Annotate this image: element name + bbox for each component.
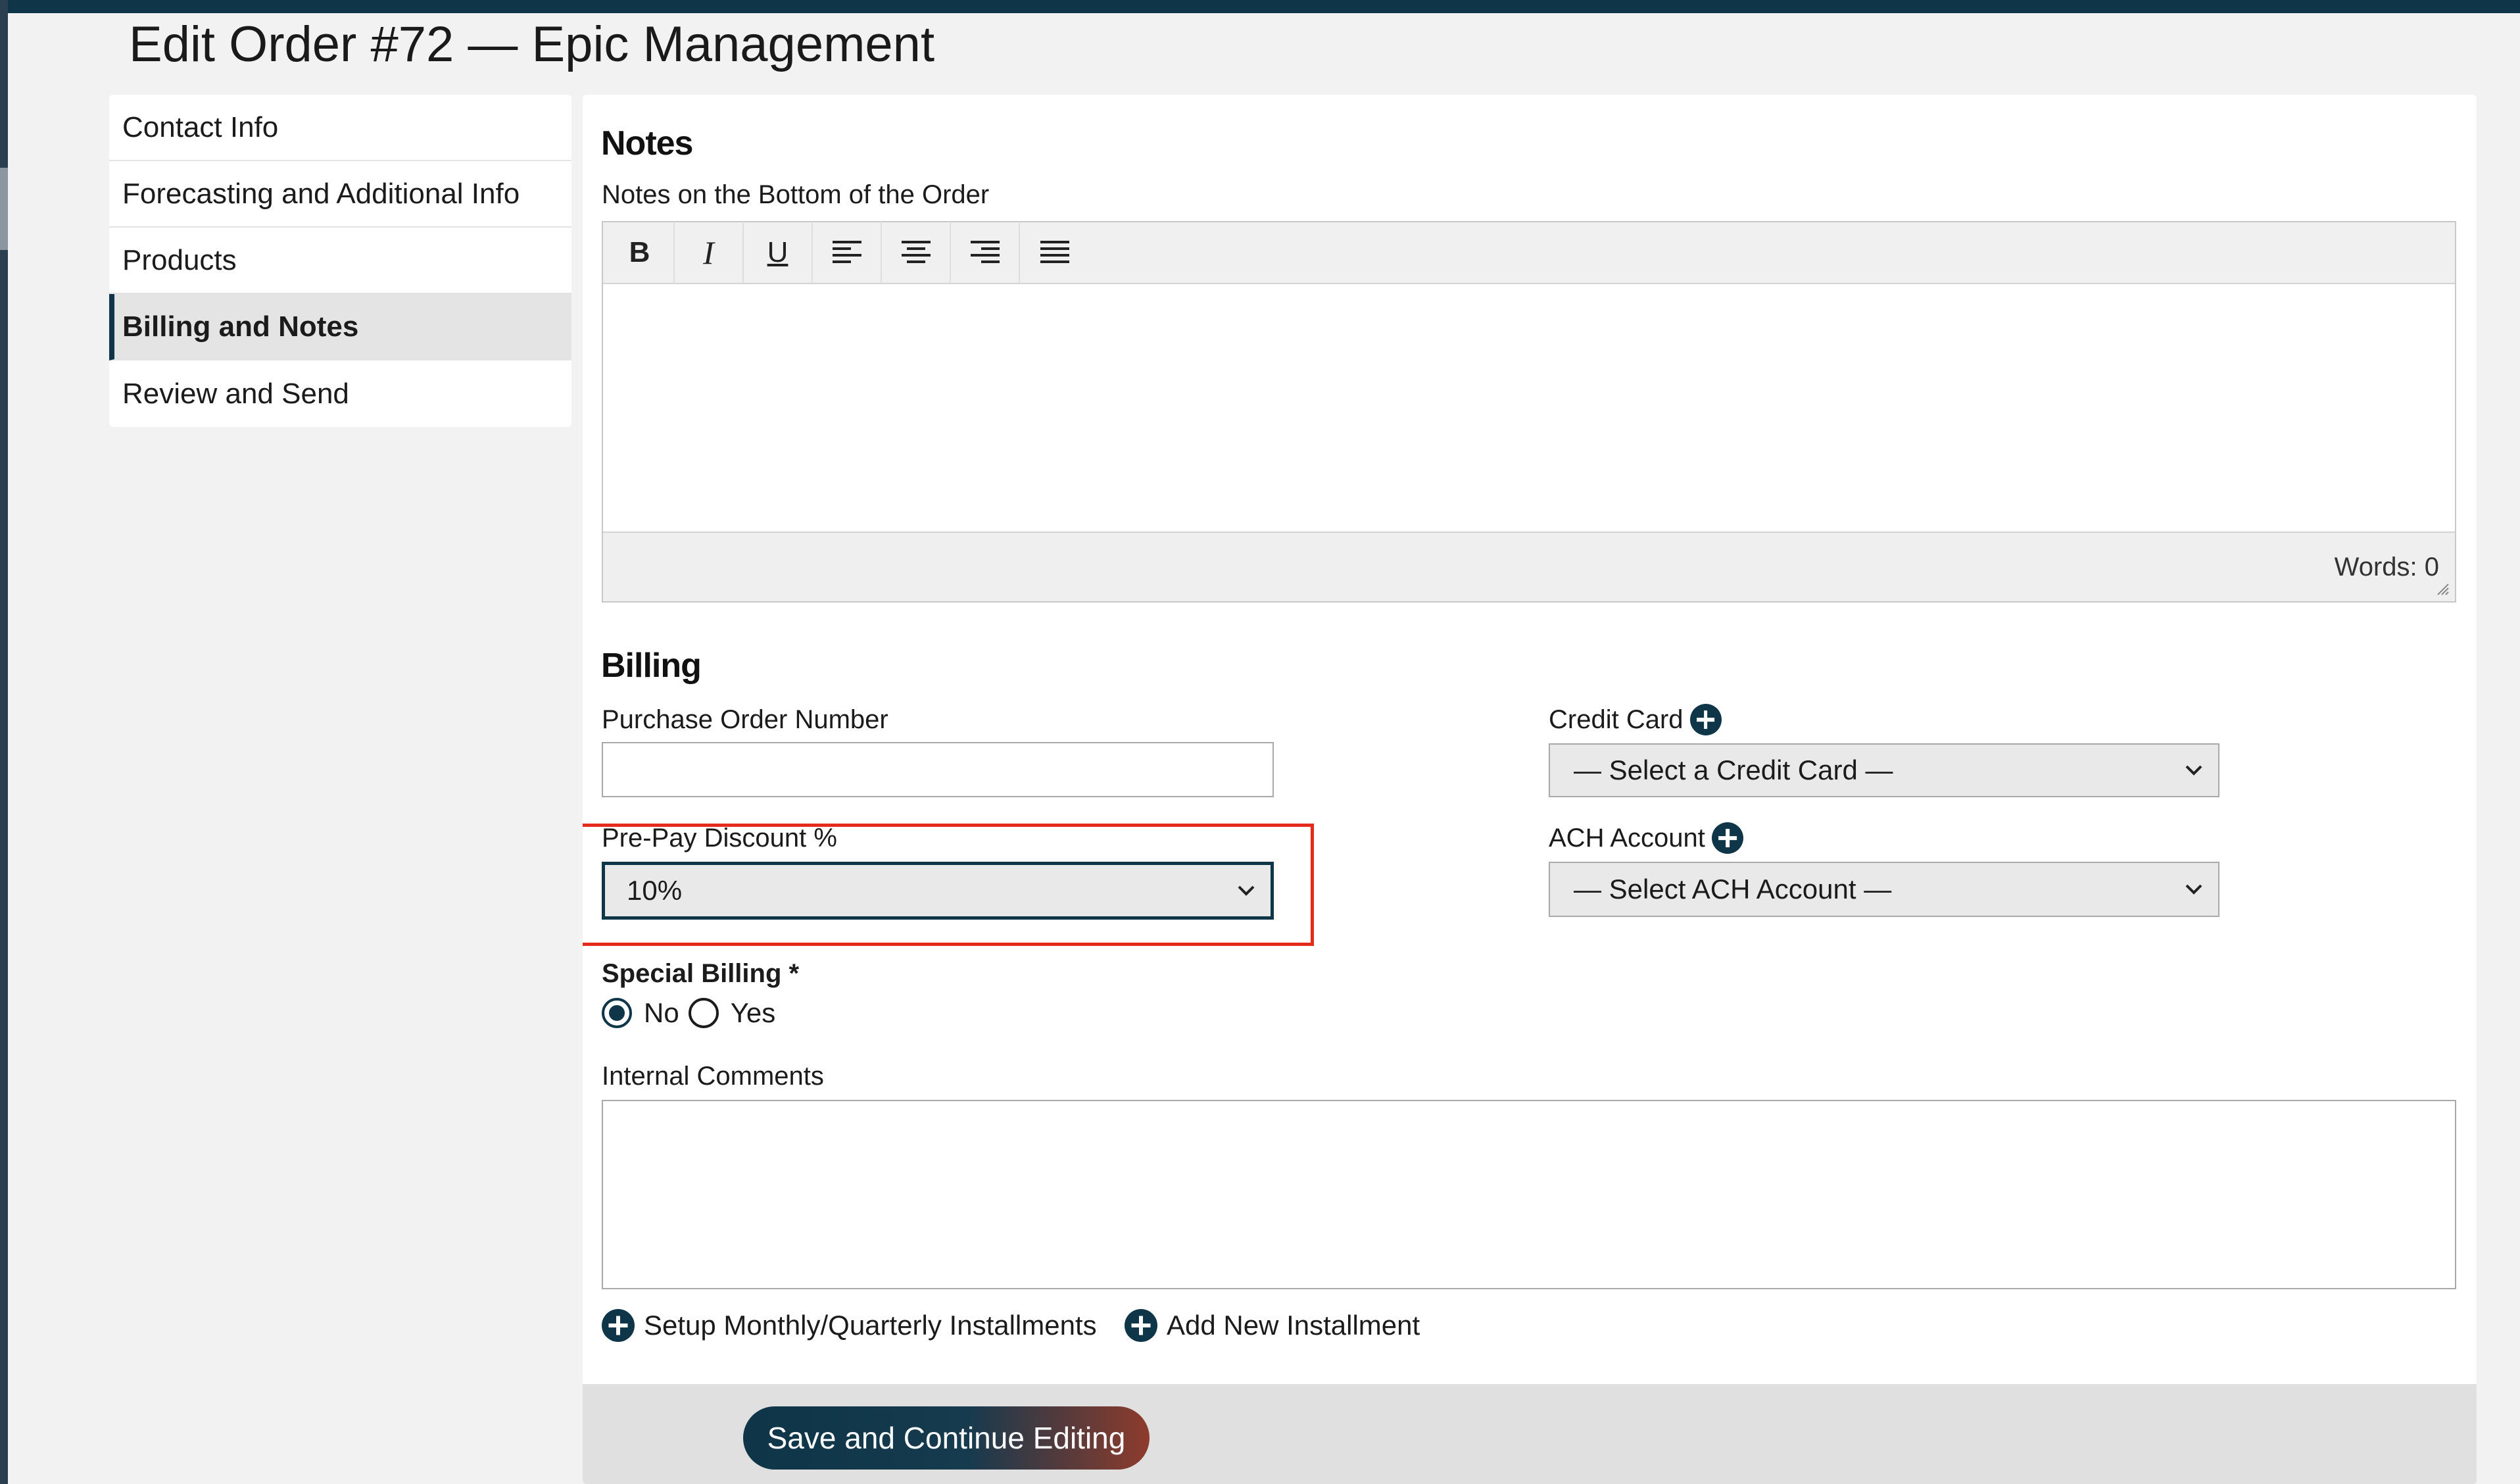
- align-left-icon: [832, 241, 861, 263]
- credit-card-select[interactable]: — Select a Credit Card —: [1549, 743, 2219, 797]
- special-billing-options: No Yes: [602, 997, 775, 1029]
- align-center-icon: [901, 241, 931, 263]
- save-and-continue-button[interactable]: Save and Continue Editing: [743, 1406, 1150, 1470]
- billing-section-title: Billing: [601, 647, 702, 685]
- justify-icon: [1040, 241, 1069, 263]
- sidebar-item-billing-and-notes[interactable]: Billing and Notes: [109, 294, 571, 360]
- italic-icon: I: [703, 234, 714, 271]
- prepay-highlight-box: [583, 824, 1314, 946]
- align-left-button[interactable]: [813, 222, 882, 284]
- sidebar-item-forecasting[interactable]: Forecasting and Additional Info: [109, 161, 571, 228]
- internal-comments-textarea[interactable]: [602, 1100, 2456, 1289]
- credit-card-label-row: Credit Card: [1549, 704, 1722, 735]
- italic-button[interactable]: I: [675, 222, 744, 284]
- rail-handle[interactable]: [0, 168, 8, 250]
- ach-account-label: ACH Account: [1549, 823, 1705, 853]
- notes-editor-area[interactable]: [603, 284, 2455, 532]
- po-number-input[interactable]: [602, 742, 1274, 797]
- main-panel: Notes Notes on the Bottom of the Order B…: [583, 95, 2477, 1484]
- resize-handle-icon[interactable]: [2435, 581, 2450, 596]
- align-right-icon: [970, 241, 1000, 263]
- special-billing-yes-label: Yes: [730, 997, 776, 1028]
- left-rail: [0, 0, 8, 1484]
- special-billing-no-label: No: [644, 997, 679, 1028]
- bold-button[interactable]: B: [606, 222, 675, 284]
- chevron-down-icon: [2185, 765, 2202, 776]
- ach-account-select[interactable]: — Select ACH Account —: [1549, 862, 2219, 917]
- underline-icon: U: [767, 236, 788, 268]
- po-number-label: Purchase Order Number: [602, 705, 888, 734]
- ach-account-select-value: — Select ACH Account —: [1574, 874, 1892, 904]
- notes-section-title: Notes: [601, 124, 693, 162]
- notes-rich-text-editor: B I U Words: 0: [602, 221, 2456, 603]
- editor-status-bar: Words: 0: [603, 532, 2455, 601]
- credit-card-select-value: — Select a Credit Card —: [1574, 754, 1893, 785]
- underline-button[interactable]: U: [744, 222, 813, 284]
- word-count: Words: 0: [2334, 553, 2439, 581]
- page-title: Edit Order #72 — Epic Management: [129, 16, 935, 72]
- special-billing-no-radio[interactable]: [602, 998, 632, 1028]
- setup-installments-label: Setup Monthly/Quarterly Installments: [644, 1310, 1097, 1341]
- setup-installments-link[interactable]: Setup Monthly/Quarterly Installments: [602, 1309, 1097, 1342]
- credit-card-label: Credit Card: [1549, 705, 1684, 734]
- plus-circle-icon: [1125, 1309, 1157, 1342]
- add-installment-label: Add New Installment: [1167, 1310, 1420, 1341]
- align-right-button[interactable]: [951, 222, 1020, 284]
- editor-toolbar: B I U: [603, 222, 2455, 284]
- justify-button[interactable]: [1020, 222, 1089, 284]
- align-center-button[interactable]: [882, 222, 951, 284]
- chevron-down-icon: [2185, 884, 2202, 895]
- sidebar-item-contact-info[interactable]: Contact Info: [109, 95, 571, 161]
- sidebar-item-review-and-send[interactable]: Review and Send: [109, 360, 571, 427]
- bold-icon: B: [629, 236, 650, 268]
- notes-field-label: Notes on the Bottom of the Order: [602, 180, 990, 209]
- top-bar: [0, 0, 2520, 13]
- special-billing-label: Special Billing *: [602, 959, 800, 988]
- ach-account-label-row: ACH Account: [1549, 822, 1743, 854]
- add-credit-card-icon[interactable]: [1689, 704, 1722, 735]
- sidebar-item-products[interactable]: Products: [109, 228, 571, 294]
- special-billing-yes-radio[interactable]: [688, 998, 719, 1028]
- plus-circle-icon: [602, 1309, 635, 1342]
- add-installment-link[interactable]: Add New Installment: [1125, 1309, 1420, 1342]
- add-ach-account-icon[interactable]: [1711, 822, 1743, 854]
- internal-comments-label: Internal Comments: [602, 1062, 824, 1091]
- sidebar-nav: Contact Info Forecasting and Additional …: [109, 95, 571, 427]
